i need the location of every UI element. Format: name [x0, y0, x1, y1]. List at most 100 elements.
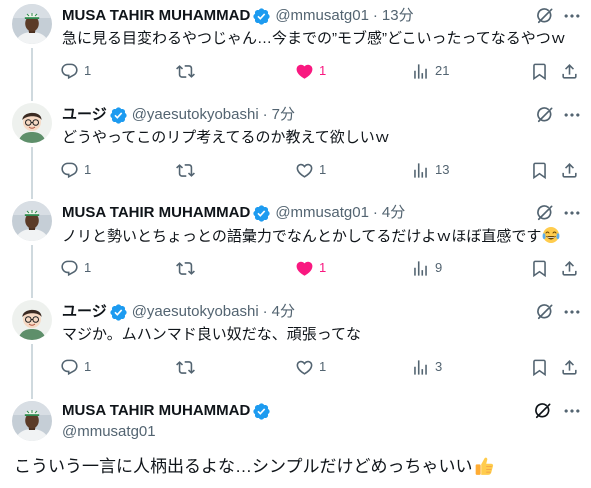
avatar[interactable] [12, 300, 52, 340]
reply-count: 1 [84, 63, 92, 78]
author-name[interactable]: ユージ [62, 105, 107, 125]
thread-tweet[interactable]: MUSA TAHIR MUHAMMAD @mmusatg01 · 13分 急に見… [0, 0, 591, 101]
avatar[interactable] [12, 4, 52, 44]
bookmark-icon [530, 161, 549, 180]
tweet-text: こういう一言に人柄出るよな…シンプルだけどめっちゃいい [14, 457, 473, 476]
retweet-button[interactable] [176, 258, 195, 278]
author-handle[interactable]: @mmusatg01 [275, 203, 369, 223]
like-button[interactable]: 1 [295, 160, 326, 180]
retweet-icon [176, 62, 195, 81]
heart-filled-icon [295, 259, 314, 278]
verified-badge-icon[interactable] [252, 204, 271, 223]
tweet-text-container: ノリと勢いとちょっとの語彙力でなんとかしてるだけよｗほぼ直感です [62, 226, 560, 247]
tweet-text: ノリと勢いとちょっとの語彙力でなんとかしてるだけよｗほぼ直感です [62, 228, 542, 245]
grok-icon[interactable] [535, 6, 555, 26]
views-button[interactable]: 21 [411, 61, 449, 81]
timestamp[interactable]: 4分 [272, 302, 295, 322]
share-button[interactable] [560, 258, 579, 278]
reply-icon [60, 161, 79, 180]
like-button[interactable]: 1 [295, 61, 326, 81]
thread-tweet[interactable]: MUSA TAHIR MUHAMMAD @mmusatg01 · 4分 ノリと勢… [0, 197, 591, 298]
more-icon[interactable] [562, 6, 582, 26]
reply-count: 1 [84, 260, 92, 275]
reply-count: 1 [84, 359, 92, 374]
avatar-image [12, 201, 52, 241]
action-bar: 1 1 13 [0, 160, 591, 180]
grok-icon[interactable] [535, 203, 555, 223]
timestamp[interactable]: 13分 [382, 6, 414, 26]
grok-icon[interactable] [533, 401, 553, 421]
like-count: 1 [319, 260, 327, 275]
focused-tweet[interactable]: MUSA TAHIR MUHAMMAD @mmusatg01 こういう一言に人柄… [0, 397, 591, 488]
views-button[interactable]: 9 [411, 258, 442, 278]
avatar-image [12, 401, 52, 441]
tweet-text: マジか。ムハンマド良い奴だな、頑張ってな [62, 326, 361, 343]
views-button[interactable]: 13 [411, 160, 449, 180]
avatar[interactable] [12, 103, 52, 143]
thread-tweet[interactable]: ユージ @yaesutokyobashi · 4分 マジか。ムハンマド良い奴だな… [0, 296, 591, 399]
meta-separator: · [262, 106, 268, 123]
share-button[interactable] [560, 160, 579, 180]
author-name[interactable]: MUSA TAHIR MUHAMMAD [62, 401, 250, 421]
tweet-text-container: こういう一言に人柄出るよな…シンプルだけどめっちゃいい [14, 456, 494, 478]
heart-icon [295, 358, 314, 377]
retweet-button[interactable] [176, 61, 195, 81]
author-name[interactable]: ユージ [62, 302, 107, 322]
author-handle[interactable]: @mmusatg01 [275, 6, 369, 26]
action-bar: 1 1 21 [0, 61, 591, 81]
tweet-header: MUSA TAHIR MUHAMMAD @mmusatg01 · 13分 [62, 6, 414, 26]
bookmark-button[interactable] [530, 160, 549, 180]
retweet-button[interactable] [176, 160, 195, 180]
avatar[interactable] [12, 401, 52, 441]
views-button[interactable]: 3 [411, 357, 442, 377]
meta-separator: · [372, 204, 378, 221]
more-icon[interactable] [562, 302, 582, 322]
author-handle[interactable]: @yaesutokyobashi [132, 302, 259, 322]
timestamp[interactable]: 4分 [382, 203, 405, 223]
meta-separator: · [262, 303, 268, 320]
grok-icon[interactable] [535, 302, 555, 322]
more-icon[interactable] [562, 203, 582, 223]
reply-button[interactable]: 1 [60, 160, 91, 180]
views-count: 3 [435, 359, 443, 374]
verified-badge-icon[interactable] [252, 402, 271, 421]
like-count: 1 [319, 162, 327, 177]
share-button[interactable] [560, 357, 579, 377]
thumbs-up-emoji [474, 456, 494, 476]
bookmark-button[interactable] [530, 258, 549, 278]
verified-badge-icon[interactable] [109, 106, 128, 125]
reply-button[interactable]: 1 [60, 61, 91, 81]
author-handle[interactable]: @yaesutokyobashi [132, 105, 259, 125]
reply-count: 1 [84, 162, 92, 177]
timestamp[interactable]: 7分 [272, 105, 295, 125]
avatar[interactable] [12, 201, 52, 241]
author-handle[interactable]: @mmusatg01 [62, 422, 156, 442]
author-name[interactable]: MUSA TAHIR MUHAMMAD [62, 6, 250, 26]
author-name[interactable]: MUSA TAHIR MUHAMMAD [62, 203, 250, 223]
share-icon [560, 259, 579, 278]
verified-badge-icon[interactable] [252, 7, 271, 26]
verified-badge-icon[interactable] [109, 303, 128, 322]
bookmark-icon [530, 259, 549, 278]
more-icon[interactable] [562, 401, 582, 421]
views-count: 9 [435, 260, 443, 275]
bookmark-button[interactable] [530, 61, 549, 81]
tweet-header: MUSA TAHIR MUHAMMAD @mmusatg01 · 4分 [62, 203, 405, 223]
tweet-text: 急に見る目変わるやつじゃん…今までの”モブ感”どこいったってなるやつｗ [62, 30, 566, 47]
bookmark-button[interactable] [530, 357, 549, 377]
like-button[interactable]: 1 [295, 357, 326, 377]
reply-button[interactable]: 1 [60, 258, 91, 278]
share-icon [560, 358, 579, 377]
grok-icon[interactable] [535, 105, 555, 125]
views-icon [411, 358, 430, 377]
thread-tweet[interactable]: ユージ @yaesutokyobashi · 7分 どうやってこのリプ考えてるの… [0, 99, 591, 199]
tweet-header: MUSA TAHIR MUHAMMAD [62, 401, 271, 421]
more-icon[interactable] [562, 105, 582, 125]
heart-filled-icon [295, 62, 314, 81]
share-icon [560, 62, 579, 81]
retweet-button[interactable] [176, 357, 195, 377]
reply-button[interactable]: 1 [60, 357, 91, 377]
like-button[interactable]: 1 [295, 258, 326, 278]
meta-separator: · [372, 7, 378, 24]
share-button[interactable] [560, 61, 579, 81]
